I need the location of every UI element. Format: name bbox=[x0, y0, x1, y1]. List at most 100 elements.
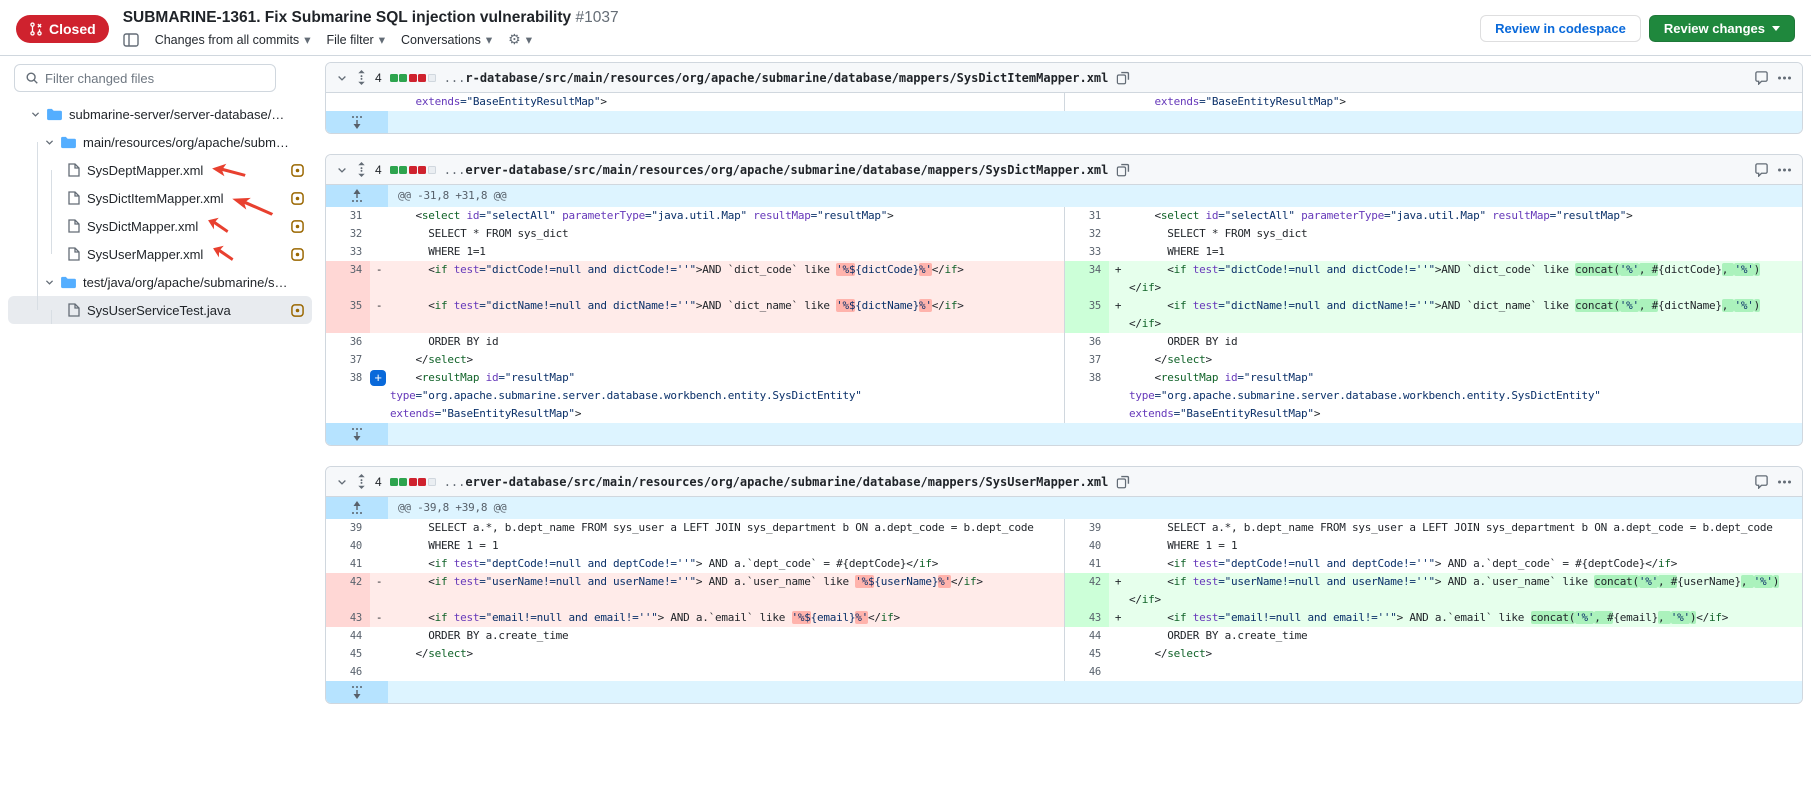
line-number[interactable]: 35 bbox=[1065, 297, 1109, 333]
line-number[interactable]: 34 bbox=[326, 261, 370, 297]
diff-card: 4...r-database/src/main/resources/org/ap… bbox=[325, 62, 1803, 134]
collapse-file-button[interactable] bbox=[336, 476, 348, 488]
line-number[interactable]: 36 bbox=[1065, 333, 1109, 351]
diffstat bbox=[390, 166, 436, 174]
chevron-down-icon: ▾ bbox=[486, 32, 492, 47]
diff-del-cell: 42- <if test="userName!=null and userNam… bbox=[326, 573, 1064, 609]
line-number[interactable]: 35 bbox=[326, 297, 370, 333]
line-number[interactable]: 36 bbox=[326, 333, 370, 351]
line-number[interactable]: 43 bbox=[326, 609, 370, 627]
diff-context-cell: 36 ORDER BY id bbox=[1064, 333, 1802, 351]
line-number[interactable]: 32 bbox=[326, 225, 370, 243]
copy-path-button[interactable] bbox=[1116, 475, 1130, 489]
tree-file-sysdeptmapper-xml[interactable]: SysDeptMapper.xml bbox=[8, 156, 312, 184]
line-number[interactable]: 33 bbox=[1065, 243, 1109, 261]
kebab-icon bbox=[1777, 480, 1792, 484]
file-path[interactable]: ...r-database/src/main/resources/org/apa… bbox=[444, 71, 1109, 85]
line-number[interactable]: 31 bbox=[1065, 207, 1109, 225]
line-number[interactable]: 39 bbox=[326, 519, 370, 537]
diff-sign bbox=[1109, 555, 1127, 573]
line-number[interactable]: 34 bbox=[1065, 261, 1109, 297]
line-number[interactable]: 31 bbox=[326, 207, 370, 225]
folder-icon bbox=[47, 108, 62, 121]
diff-row-changed: 35- <if test="dictName!=null and dictNam… bbox=[326, 297, 1802, 333]
diff-row: 38+ <resultMap id="resultMap"type="org.a… bbox=[326, 369, 1802, 423]
line-number[interactable]: 37 bbox=[1065, 351, 1109, 369]
line-number[interactable]: 42 bbox=[326, 573, 370, 609]
file-icon bbox=[68, 191, 80, 205]
line-number[interactable]: 44 bbox=[1065, 627, 1109, 645]
drag-handle[interactable] bbox=[356, 70, 367, 85]
line-number[interactable]: 46 bbox=[326, 663, 370, 681]
conversations-dropdown[interactable]: Conversations ▾ bbox=[401, 32, 492, 47]
copy-path-button[interactable] bbox=[1116, 71, 1130, 85]
expand-down-button[interactable] bbox=[326, 423, 388, 445]
diff-context-cell: 31 <select id="selectAll" parameterType=… bbox=[1064, 207, 1802, 225]
file-options-button[interactable] bbox=[1777, 76, 1792, 80]
line-number[interactable]: 41 bbox=[326, 555, 370, 573]
review-in-codespace-button[interactable]: Review in codespace bbox=[1480, 15, 1641, 42]
diff-sign bbox=[370, 519, 388, 537]
line-number[interactable]: 37 bbox=[326, 351, 370, 369]
tree-file-sysusermapper-xml[interactable]: SysUserMapper.xml bbox=[8, 240, 312, 268]
line-number[interactable] bbox=[1065, 93, 1109, 111]
tree-file-sysdictmapper-xml[interactable]: SysDictMapper.xml bbox=[8, 212, 312, 240]
expand-up-button[interactable] bbox=[326, 185, 388, 207]
diff-add-cell: 35+ <if test="dictName!=null and dictNam… bbox=[1064, 297, 1802, 333]
code-cell: <if test="email!=null and email!=''"> AN… bbox=[388, 609, 1064, 627]
expand-row bbox=[326, 681, 1802, 703]
line-number[interactable]: 39 bbox=[1065, 519, 1109, 537]
line-number[interactable] bbox=[326, 93, 370, 111]
review-changes-button[interactable]: Review changes bbox=[1649, 15, 1795, 42]
tree-file-sysuserservicetest-java[interactable]: SysUserServiceTest.java bbox=[8, 296, 312, 324]
line-number[interactable]: 42 bbox=[1065, 573, 1109, 609]
expand-down-button[interactable] bbox=[326, 111, 388, 133]
copy-path-button[interactable] bbox=[1116, 163, 1130, 177]
file-tree-sidebar: submarine-server/server-database/…main/r… bbox=[0, 56, 318, 324]
diff-sign bbox=[1109, 93, 1127, 111]
line-number[interactable]: 38 bbox=[326, 369, 370, 423]
file-comment-button[interactable] bbox=[1754, 474, 1769, 489]
sidebar-toggle-icon[interactable] bbox=[123, 33, 139, 47]
line-number[interactable]: 41 bbox=[1065, 555, 1109, 573]
tree-file-sysdictitemmapper-xml[interactable]: SysDictItemMapper.xml bbox=[8, 184, 312, 212]
drag-handle[interactable] bbox=[356, 162, 367, 177]
drag-handle[interactable] bbox=[356, 474, 367, 489]
file-path[interactable]: ...erver-database/src/main/resources/org… bbox=[444, 475, 1109, 489]
code-line: <resultMap id="resultMap" bbox=[390, 369, 1064, 387]
changes-from-dropdown[interactable]: Changes from all commits ▾ bbox=[155, 32, 311, 47]
code-cell: WHERE 1 = 1 bbox=[1127, 537, 1802, 555]
line-number[interactable]: 38 bbox=[1065, 369, 1109, 423]
expand-up-button[interactable] bbox=[326, 497, 388, 519]
line-number[interactable]: 32 bbox=[1065, 225, 1109, 243]
collapse-file-button[interactable] bbox=[336, 72, 348, 84]
diff-card: 4...erver-database/src/main/resources/or… bbox=[325, 154, 1803, 446]
line-number[interactable]: 45 bbox=[326, 645, 370, 663]
file-path[interactable]: ...erver-database/src/main/resources/org… bbox=[444, 163, 1109, 177]
changes-count: 4 bbox=[375, 475, 382, 489]
line-number[interactable]: 40 bbox=[1065, 537, 1109, 555]
collapse-file-button[interactable] bbox=[336, 164, 348, 176]
tree-folder-main-resources-org-apache-subm-[interactable]: main/resources/org/apache/subm… bbox=[8, 128, 312, 156]
line-number[interactable]: 46 bbox=[1065, 663, 1109, 681]
line-number[interactable]: 45 bbox=[1065, 645, 1109, 663]
code-line: ORDER BY a.create_time bbox=[390, 627, 1064, 645]
line-number[interactable]: 33 bbox=[326, 243, 370, 261]
add-comment-button[interactable]: + bbox=[370, 370, 386, 386]
copy-icon bbox=[1116, 71, 1130, 85]
file-comment-button[interactable] bbox=[1754, 70, 1769, 85]
line-number[interactable]: 44 bbox=[326, 627, 370, 645]
file-filter-dropdown[interactable]: File filter ▾ bbox=[326, 32, 385, 47]
file-filter-input[interactable] bbox=[45, 71, 265, 86]
diff-sign: + bbox=[370, 369, 388, 423]
file-options-button[interactable] bbox=[1777, 480, 1792, 484]
line-number[interactable]: 43 bbox=[1065, 609, 1109, 627]
kebab-icon bbox=[1777, 76, 1792, 80]
diff-settings-dropdown[interactable]: ⚙ ▾ bbox=[508, 31, 532, 48]
line-number[interactable]: 40 bbox=[326, 537, 370, 555]
tree-folder-test-java-org-apache-submarine-s-[interactable]: test/java/org/apache/submarine/s… bbox=[8, 268, 312, 296]
file-options-button[interactable] bbox=[1777, 168, 1792, 172]
tree-folder-submarine-server-server-database-[interactable]: submarine-server/server-database/… bbox=[8, 100, 312, 128]
file-comment-button[interactable] bbox=[1754, 162, 1769, 177]
expand-down-button[interactable] bbox=[326, 681, 388, 703]
